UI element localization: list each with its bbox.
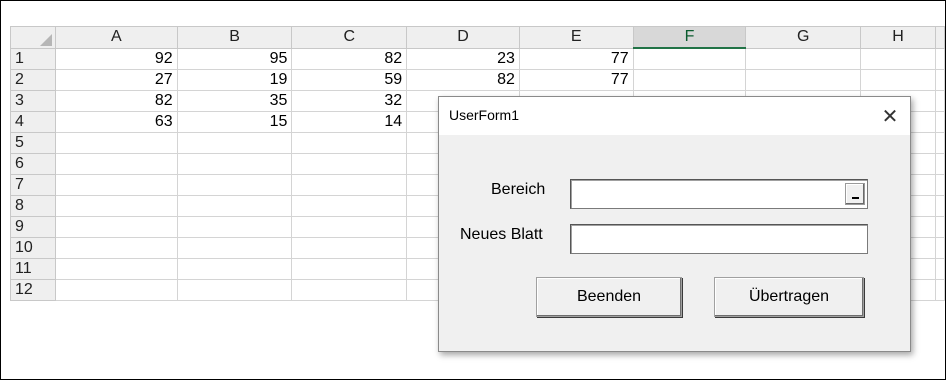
table-row: 2 27 19 59 82 77 <box>10 69 945 91</box>
column-header-a[interactable]: A <box>54 26 178 49</box>
grid-filler <box>935 195 945 217</box>
cell-b5[interactable] <box>176 132 293 154</box>
cell-c5[interactable] <box>291 132 408 154</box>
grid-filler <box>935 153 945 175</box>
column-header-g[interactable]: G <box>745 26 862 49</box>
grid-filler <box>935 90 945 112</box>
row-header[interactable]: 1 <box>10 47 56 70</box>
cell-b11[interactable] <box>176 258 293 280</box>
cell-a3[interactable]: 82 <box>54 90 178 112</box>
column-header-f[interactable]: F <box>632 26 747 49</box>
row-header[interactable]: 10 <box>10 237 56 259</box>
cell-b8[interactable] <box>176 195 293 217</box>
cell-g1[interactable] <box>745 47 862 70</box>
cell-b9[interactable] <box>176 216 293 238</box>
cell-e2[interactable]: 77 <box>518 69 634 91</box>
cell-b12[interactable] <box>176 279 293 301</box>
dialog-title: UserForm1 <box>449 107 520 123</box>
cell-b2[interactable]: 19 <box>176 69 293 91</box>
grid-filler <box>935 237 945 259</box>
row-header[interactable]: 8 <box>10 195 56 217</box>
bereich-combobox[interactable] <box>570 179 868 209</box>
cell-a12[interactable] <box>54 279 178 301</box>
cell-a7[interactable] <box>54 174 178 196</box>
grid-filler <box>935 258 945 280</box>
row-header[interactable]: 11 <box>10 258 56 280</box>
row-header[interactable]: 4 <box>10 111 56 133</box>
grid-filler <box>935 279 945 301</box>
column-header-b[interactable]: B <box>176 26 293 49</box>
cell-a9[interactable] <box>54 216 178 238</box>
cell-a11[interactable] <box>54 258 178 280</box>
cell-c3[interactable]: 32 <box>291 90 408 112</box>
cell-e1[interactable]: 77 <box>518 47 634 70</box>
cell-b1[interactable]: 95 <box>176 47 293 70</box>
cell-a6[interactable] <box>54 153 178 175</box>
row-header[interactable]: 3 <box>10 90 56 112</box>
cell-c7[interactable] <box>291 174 408 196</box>
window-frame: ABCDEFGH 1 92 95 82 23 77 2 27 19 59 82 77 3 82 35 32 4 6… <box>0 0 946 380</box>
cell-c12[interactable] <box>291 279 408 301</box>
cell-b7[interactable] <box>176 174 293 196</box>
grid-filler <box>935 132 945 154</box>
grid-filler <box>935 69 945 91</box>
grid-filler <box>935 174 945 196</box>
column-header-e[interactable]: E <box>518 26 634 49</box>
select-all-icon <box>39 33 52 46</box>
cell-g2[interactable] <box>745 69 862 91</box>
neues-blatt-input[interactable] <box>570 224 868 254</box>
dialog-titlebar[interactable]: UserForm1 ✕ <box>439 97 910 135</box>
cell-c8[interactable] <box>291 195 408 217</box>
dropdown-arrow-icon[interactable] <box>845 183 865 205</box>
cell-a2[interactable]: 27 <box>54 69 178 91</box>
cell-h1[interactable] <box>860 47 936 70</box>
column-header-row: ABCDEFGH <box>10 26 945 49</box>
row-header[interactable]: 5 <box>10 132 56 154</box>
neues-blatt-label: Neues Blatt <box>460 226 543 243</box>
row-header[interactable]: 7 <box>10 174 56 196</box>
bereich-label: Bereich <box>491 181 546 198</box>
cell-a8[interactable] <box>54 195 178 217</box>
cell-c1[interactable]: 82 <box>291 47 408 70</box>
table-row: 1 92 95 82 23 77 <box>10 47 945 70</box>
cell-b10[interactable] <box>176 237 293 259</box>
cell-b4[interactable]: 15 <box>176 111 293 133</box>
cell-c10[interactable] <box>291 237 408 259</box>
cell-h2[interactable] <box>860 69 936 91</box>
row-header[interactable]: 6 <box>10 153 56 175</box>
cell-d2[interactable]: 82 <box>406 69 520 91</box>
beenden-button[interactable]: Beenden <box>536 277 682 317</box>
cell-a10[interactable] <box>54 237 178 259</box>
cell-c4[interactable]: 14 <box>291 111 408 133</box>
row-header[interactable]: 9 <box>10 216 56 238</box>
cell-c2[interactable]: 59 <box>291 69 408 91</box>
select-all-corner[interactable] <box>10 26 56 49</box>
cell-b6[interactable] <box>176 153 293 175</box>
cell-c9[interactable] <box>291 216 408 238</box>
cell-a1[interactable]: 92 <box>54 47 178 70</box>
cell-a4[interactable]: 63 <box>54 111 178 133</box>
cell-f2[interactable] <box>632 69 747 91</box>
column-header-h[interactable]: H <box>860 26 936 49</box>
column-header-c[interactable]: C <box>291 26 408 49</box>
uebertragen-button[interactable]: Übertragen <box>714 277 864 317</box>
row-header[interactable]: 12 <box>10 279 56 301</box>
cell-c11[interactable] <box>291 258 408 280</box>
column-header-d[interactable]: D <box>406 26 520 49</box>
cell-b3[interactable]: 35 <box>176 90 293 112</box>
cell-a5[interactable] <box>54 132 178 154</box>
close-icon[interactable]: ✕ <box>874 101 906 131</box>
grid-filler <box>935 47 945 70</box>
header-filler <box>935 26 945 49</box>
cell-c6[interactable] <box>291 153 408 175</box>
cell-f1[interactable] <box>632 47 747 70</box>
grid-filler <box>935 216 945 238</box>
grid-filler <box>935 111 945 133</box>
userform-dialog: UserForm1 ✕ Bereich Neues Blatt Beenden … <box>438 96 911 352</box>
row-header[interactable]: 2 <box>10 69 56 91</box>
cell-d1[interactable]: 23 <box>406 47 520 70</box>
